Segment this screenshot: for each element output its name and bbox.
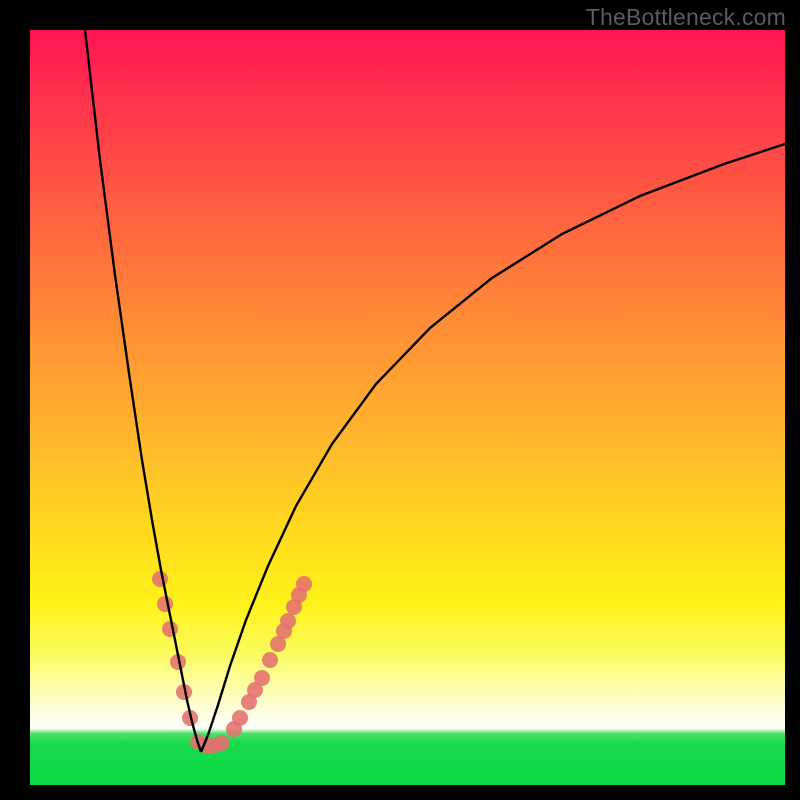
data-point-marker: [162, 621, 178, 637]
data-point-marker: [157, 596, 173, 612]
data-point-marker: [152, 571, 168, 587]
plot-area: [30, 30, 785, 785]
left-branch-curve: [85, 30, 201, 752]
watermark-text: TheBottleneck.com: [586, 4, 786, 31]
data-point-marker: [280, 613, 296, 629]
data-point-marker: [262, 652, 278, 668]
data-point-marker: [232, 710, 248, 726]
data-point-marker: [296, 576, 312, 592]
chart-svg: [30, 30, 785, 785]
data-point-marker: [254, 670, 270, 686]
chart-frame: TheBottleneck.com: [0, 0, 800, 800]
data-point-marker: [214, 735, 230, 751]
right-branch-curve: [201, 144, 785, 752]
